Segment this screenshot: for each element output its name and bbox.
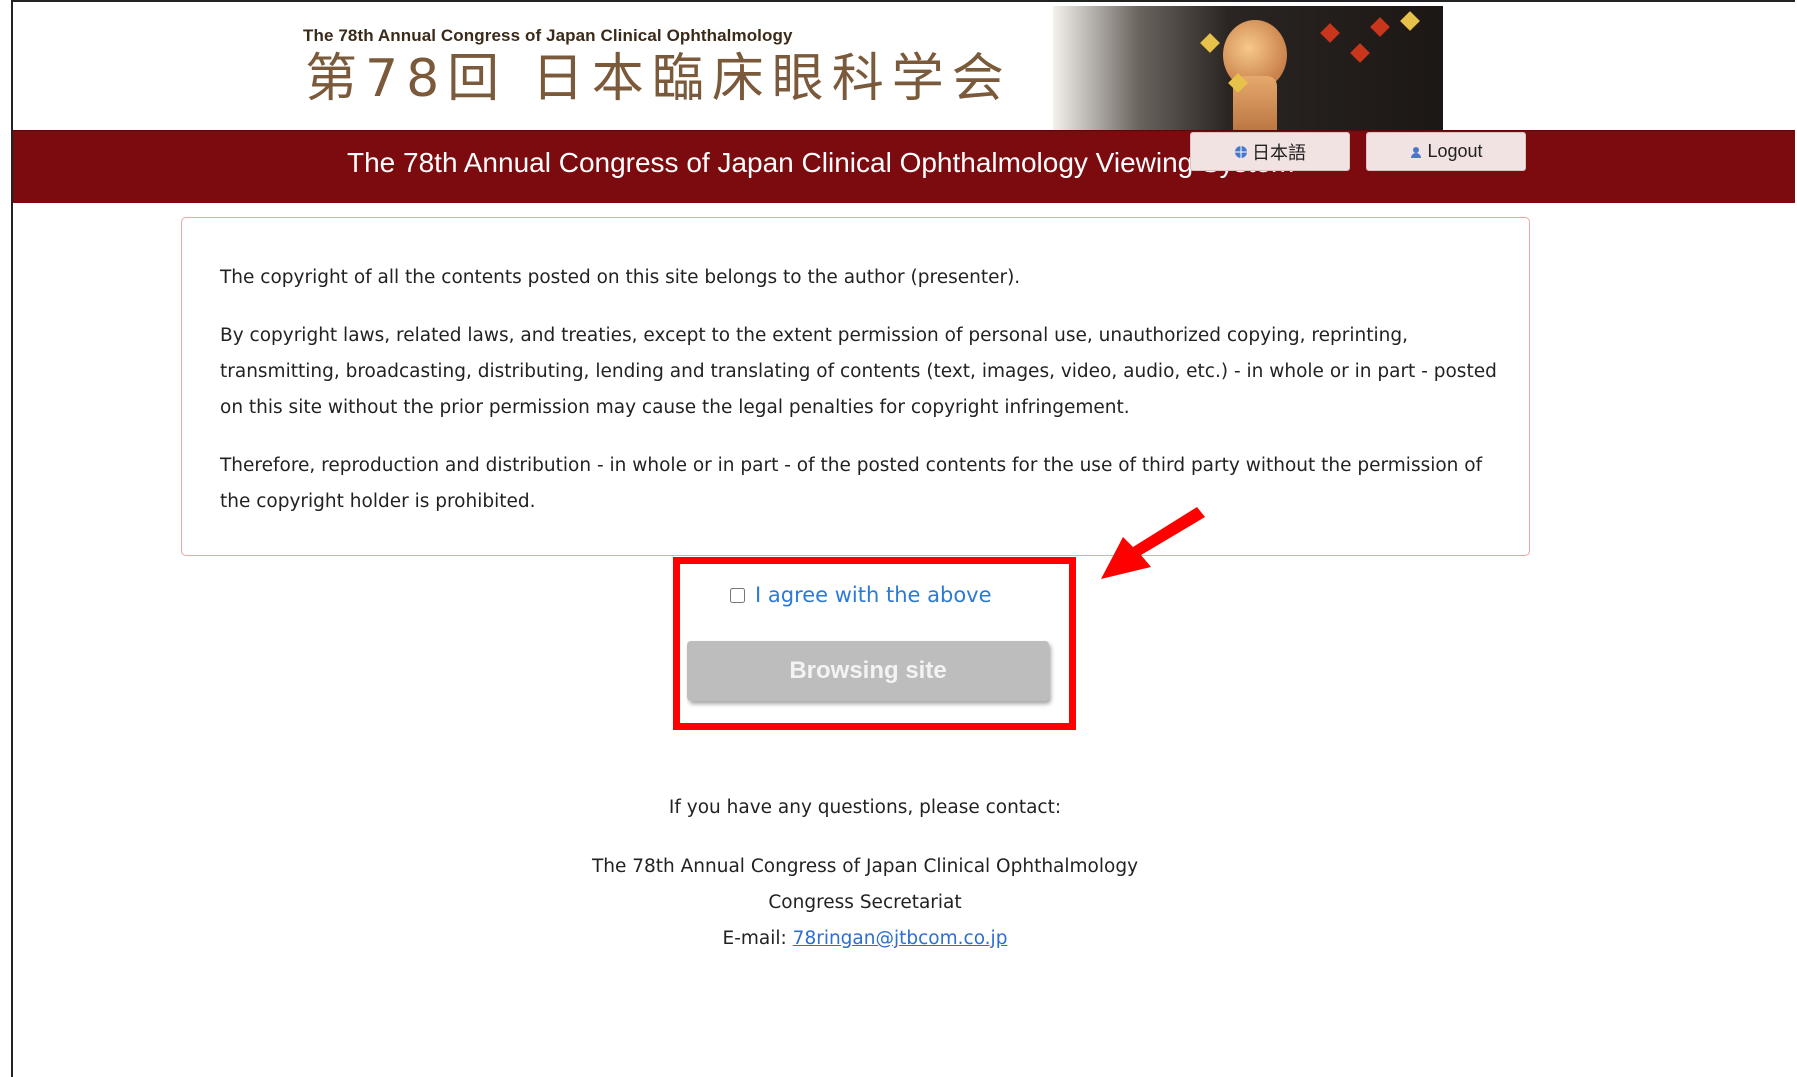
agree-checkbox-row[interactable]: I agree with the above — [730, 583, 992, 607]
maple-leaf-decoration — [1320, 23, 1340, 43]
title-bar: The 78th Annual Congress of Japan Clinic… — [13, 130, 1795, 203]
contact-department: Congress Secretariat — [768, 892, 962, 913]
notice-paragraph: The copyright of all the contents posted… — [220, 267, 1021, 288]
maple-leaf-decoration — [1370, 17, 1390, 37]
logo-japanese-text: 第78回 日本臨床眼科学会 — [305, 49, 1012, 109]
user-icon — [1411, 146, 1422, 158]
contact-intro: If you have any questions, please contac… — [668, 797, 1062, 818]
globe-icon — [1235, 145, 1247, 158]
logout-button-label: Logout — [1427, 141, 1483, 161]
page-title: The 78th Annual Congress of Japan Clinic… — [347, 147, 1295, 178]
agree-checkbox[interactable] — [730, 587, 745, 603]
logo-english-text: The 78th Annual Congress of Japan Clinic… — [303, 26, 793, 45]
maple-leaf-decoration — [1400, 11, 1420, 31]
email-link[interactable]: 78ringan@jtbcom.co.jp — [793, 928, 1008, 949]
language-button[interactable]: 日本語 — [1190, 132, 1350, 171]
notice-paragraph: By copyright laws, related laws, and tre… — [220, 325, 1497, 418]
site-header: The 78th Annual Congress of Japan Clinic… — [13, 2, 1795, 130]
browsing-site-button[interactable]: Browsing site — [687, 641, 1049, 701]
notice-paragraph: Therefore, reproduction and distribution… — [220, 455, 1483, 512]
maple-leaf-decoration — [1350, 43, 1370, 63]
email-prefix: E-mail: — [722, 928, 793, 949]
agree-label[interactable]: I agree with the above — [755, 583, 992, 607]
red-arrow-icon — [1101, 507, 1205, 579]
copyright-notice-box: The copyright of all the contents posted… — [181, 217, 1530, 556]
contact-organization: The 78th Annual Congress of Japan Clinic… — [591, 856, 1139, 877]
logout-button[interactable]: Logout — [1366, 132, 1526, 171]
language-button-label: 日本語 — [1252, 142, 1306, 163]
contact-email-line: E-mail: 78ringan@jtbcom.co.jp — [0, 928, 1730, 949]
header-banner-image — [1053, 6, 1443, 130]
maple-leaf-decoration — [1200, 33, 1220, 53]
